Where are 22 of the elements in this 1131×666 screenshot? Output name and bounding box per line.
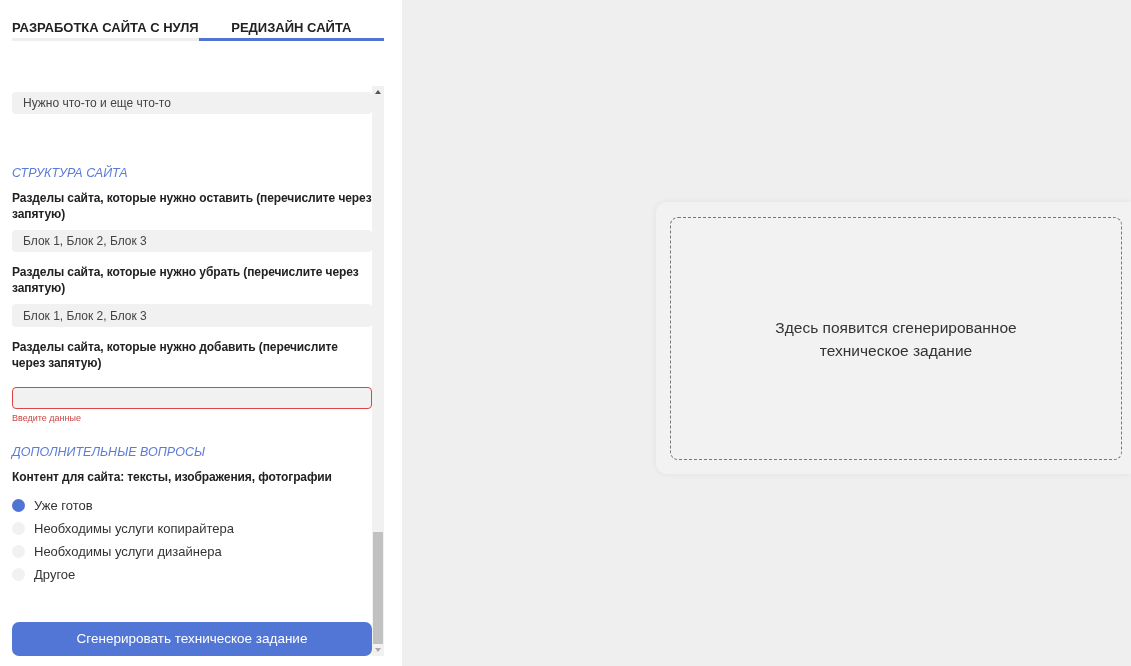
field-label: Разделы сайта, которые нужно добавить (перечислите через запятую) — [12, 338, 339, 371]
section-heading: ДОПОЛНИТЕЛЬНЫЕ ВОПРОСЫ — [12, 444, 207, 459]
radio-label[interactable]: Другое — [34, 567, 76, 583]
preview-placeholder: Здесь появится сгенерированное техническое задание — [774, 317, 1018, 361]
output-field[interactable]: Здесь появится сгенерированное техническое задание — [670, 217, 1122, 460]
generate-button[interactable]: Сгенерировать техническое задание — [12, 621, 372, 656]
input-field[interactable] — [12, 386, 372, 409]
input-field[interactable]: Блок 1, Блок 2, Блок 3 — [12, 230, 372, 253]
radio-label[interactable]: Уже готов — [34, 498, 93, 514]
scrollbar[interactable] — [372, 86, 384, 656]
section-heading: СТРУКТУРА САЙТА — [12, 166, 129, 181]
field-label: Разделы сайта, которые нужно убрать (перечислите через запятую) — [12, 264, 360, 297]
input-field[interactable]: Блок 1, Блок 2, Блок 3 — [12, 304, 372, 327]
field-label: Контент для сайта: тексты, изображения, фотографии — [12, 468, 333, 485]
input-field[interactable]: Нужно что-то и еще что-то — [12, 92, 372, 115]
radio-label[interactable]: Необходимы услуги дизайнера — [34, 544, 222, 560]
tab[interactable]: РАЗРАБОТКА САЙТА С НУЛЯ — [12, 20, 199, 41]
field-label: Разделы сайта, которые нужно оставить (перечислите через запятую) — [12, 190, 372, 223]
error-message: Введите данные — [12, 412, 82, 423]
radio-button[interactable] — [12, 499, 25, 513]
radio-label[interactable]: Необходимы услуги копирайтера — [34, 521, 235, 537]
tab[interactable]: РЕДИЗАЙН САЙТА — [198, 20, 384, 41]
